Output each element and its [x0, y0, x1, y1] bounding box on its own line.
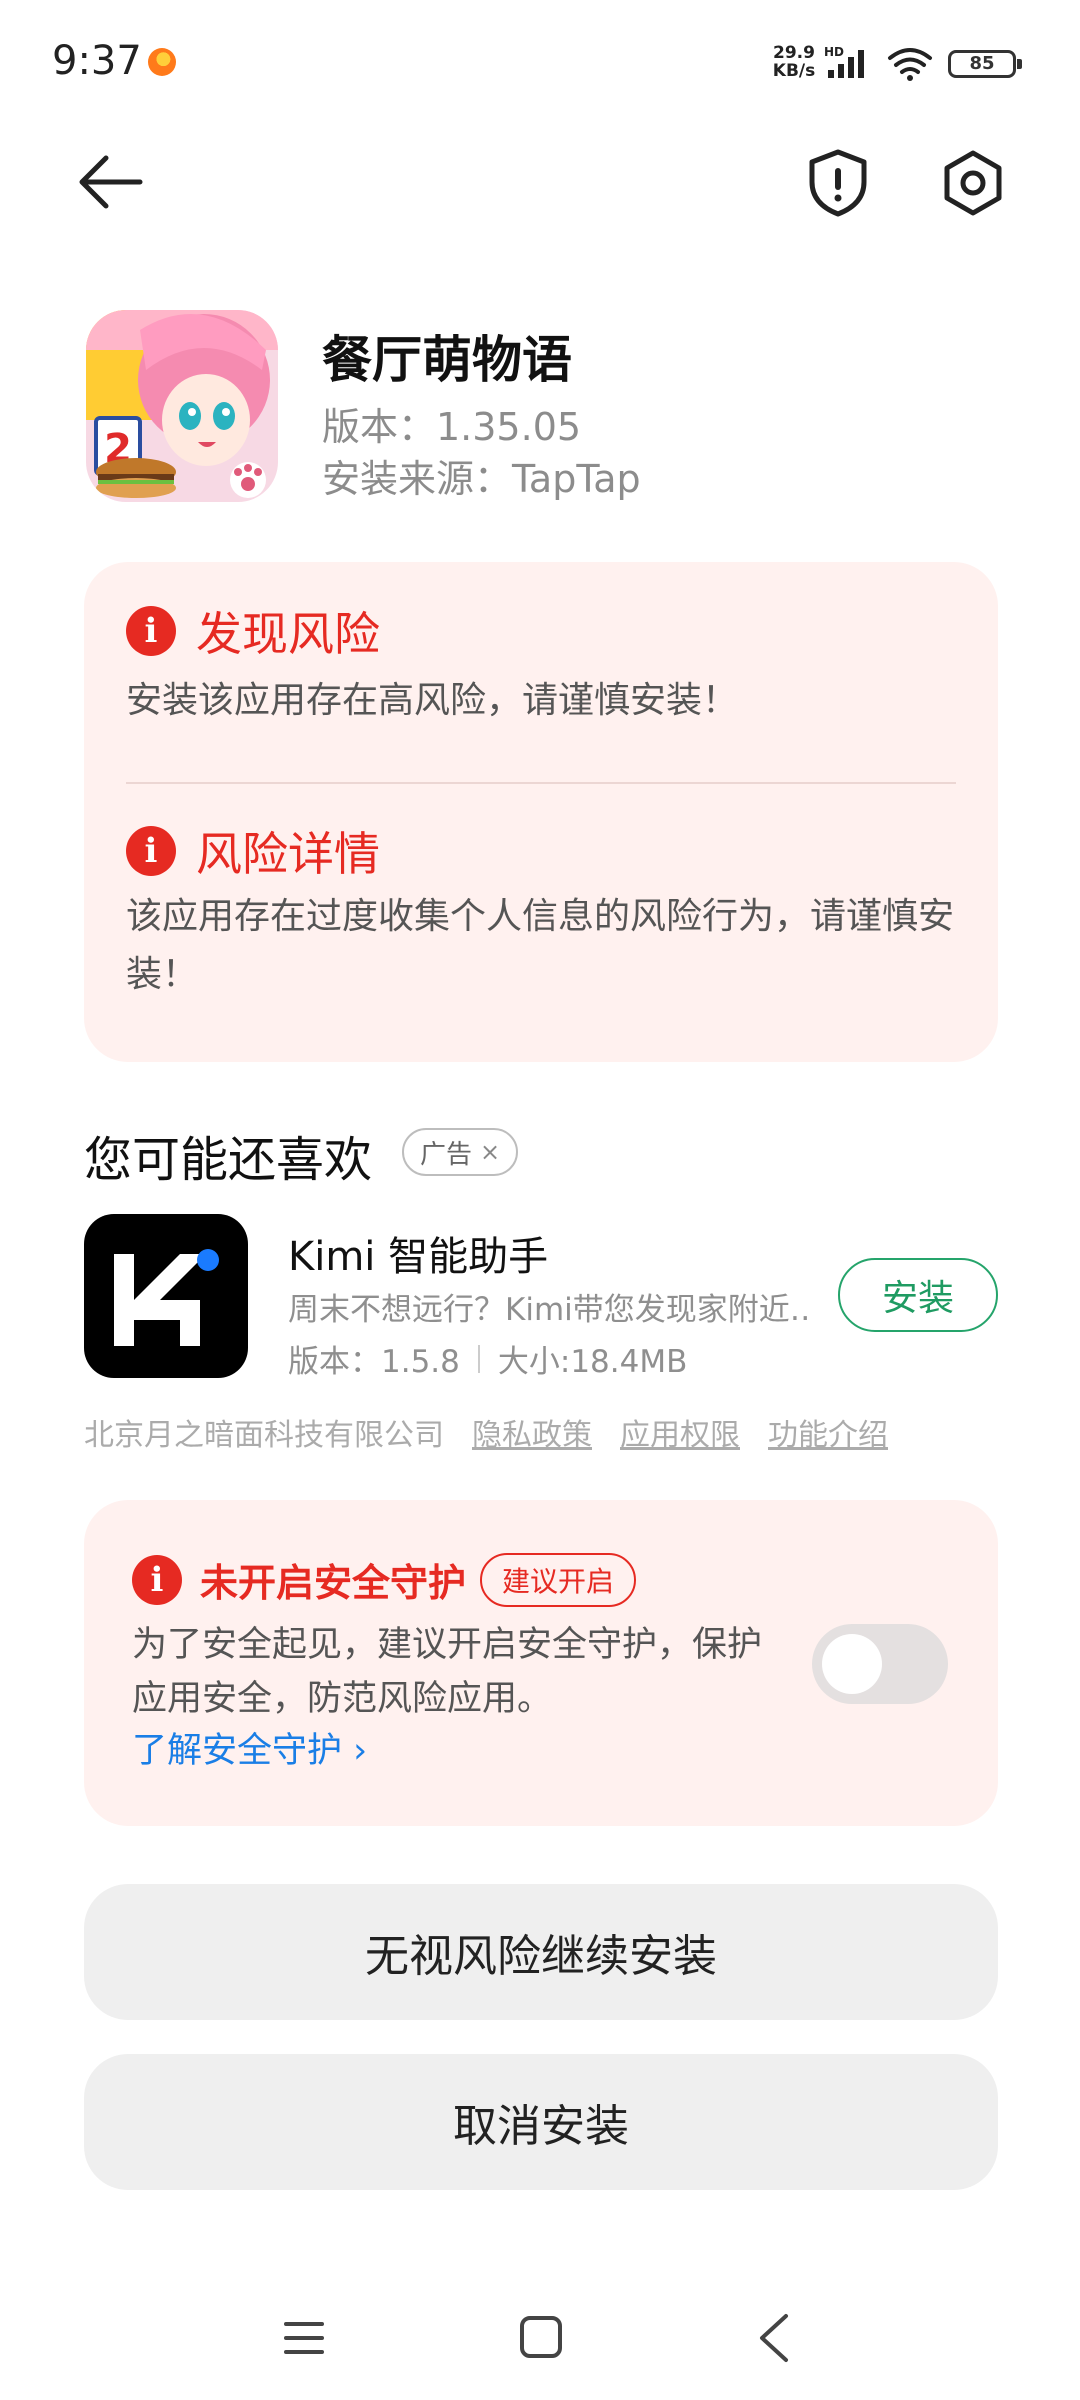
feature-intro-link[interactable]: 功能介绍 — [768, 1410, 888, 1454]
back-icon[interactable] — [756, 2312, 792, 2364]
install-risk-page: 9:37 29.9 KB/s HD 85 2 餐厅萌物语 版本：1.35.05 … — [0, 0, 1080, 2400]
privacy-policy-link[interactable]: 隐私政策 — [472, 1410, 592, 1454]
cancel-install-button[interactable]: 取消安装 — [84, 2054, 998, 2190]
battery-level: 85 — [969, 53, 995, 74]
menu-icon[interactable] — [282, 2318, 326, 2358]
app-permissions-link[interactable]: 应用权限 — [620, 1410, 740, 1454]
network-speed: 29.9 KB/s — [766, 44, 822, 80]
developer-row: 北京月之暗面科技有限公司 隐私政策 应用权限 功能介绍 — [84, 1410, 888, 1454]
app-version: 版本：1.35.05 — [322, 405, 582, 449]
battery-icon: 85 — [948, 50, 1022, 78]
risk-detail-title: 风险详情 — [196, 827, 380, 881]
status-time: 9:37 — [52, 38, 142, 84]
rec-app-desc: 周末不想远行？Kimi带您发现家附近… — [288, 1292, 808, 1328]
protection-learn-link[interactable]: 了解安全守护 › — [132, 1722, 367, 1773]
protection-title: 未开启安全守护 — [200, 1561, 467, 1605]
rec-app-size: 大小:18.4MB — [497, 1344, 688, 1380]
protection-text: 为了安全起见，建议开启安全守护，保护应用安全，防范风险应用。 — [132, 1625, 763, 1719]
warning-info-icon: i — [126, 826, 176, 876]
wifi-icon — [888, 48, 932, 81]
rec-app-version: 版本：1.5.8 — [288, 1344, 460, 1380]
risk-detail-text: 该应用存在过度收集个人信息的风险行为，请谨慎安装！ — [126, 896, 955, 995]
recommend-title: 您可能还喜欢 — [84, 1132, 373, 1188]
shield-icon[interactable] — [806, 148, 870, 218]
signal-icon: HD — [824, 45, 864, 78]
notification-dot-icon — [148, 48, 176, 76]
warning-info-icon: i — [132, 1554, 182, 1605]
suggest-badge: 建议开启 — [480, 1552, 637, 1607]
risk-detail-header: i 风险详情 — [126, 818, 380, 884]
rec-app-meta: 版本：1.5.8 大小:18.4MB — [288, 1336, 687, 1381]
kimi-logo-icon — [114, 1249, 219, 1346]
close-icon[interactable]: × — [480, 1138, 500, 1166]
risk-found-header: i 发现风险 — [126, 598, 380, 664]
meta-separator — [477, 1344, 480, 1373]
network-speed-unit: KB/s — [772, 61, 816, 81]
risk-found-title: 发现风险 — [196, 607, 380, 661]
toggle-knob — [822, 1634, 882, 1694]
continue-install-button[interactable]: 无视风险继续安装 — [84, 1884, 998, 2020]
gear-icon[interactable] — [938, 148, 1008, 218]
app-icon-artwork: 2 — [86, 310, 278, 502]
status-bar: 9:37 29.9 KB/s HD 85 — [0, 0, 1080, 120]
protection-header: i 未开启安全守护 建议开启 — [132, 1552, 637, 1607]
kimi-app-icon[interactable] — [84, 1214, 248, 1378]
ad-label: 广告 — [420, 1139, 473, 1170]
rec-app-name[interactable]: Kimi 智能助手 — [288, 1224, 548, 1282]
app-source: 安装来源：TapTap — [322, 457, 641, 501]
risk-card: i 发现风险 安装该应用存在高风险，请谨慎安装！ i 风险详情 该应用存在过度收… — [84, 562, 998, 1062]
warning-info-icon: i — [126, 606, 176, 656]
risk-found-text: 安装该应用存在高风险，请谨慎安装！ — [126, 680, 739, 721]
risk-divider — [126, 782, 956, 784]
app-name: 餐厅萌物语 — [322, 331, 572, 389]
protection-card: i 未开启安全守护 建议开启 为了安全起见，建议开启安全守护，保护应用安全，防范… — [84, 1500, 998, 1826]
protection-toggle[interactable] — [812, 1624, 948, 1704]
developer-name: 北京月之暗面科技有限公司 — [84, 1418, 444, 1453]
ad-badge[interactable]: 广告 × — [402, 1128, 519, 1176]
install-button[interactable]: 安装 — [838, 1258, 998, 1332]
signal-label: HD — [824, 45, 844, 59]
app-icon: 2 — [86, 310, 278, 502]
home-icon[interactable] — [518, 2314, 564, 2360]
network-speed-value: 29.9 — [773, 43, 815, 63]
back-arrow-icon[interactable] — [76, 150, 144, 214]
